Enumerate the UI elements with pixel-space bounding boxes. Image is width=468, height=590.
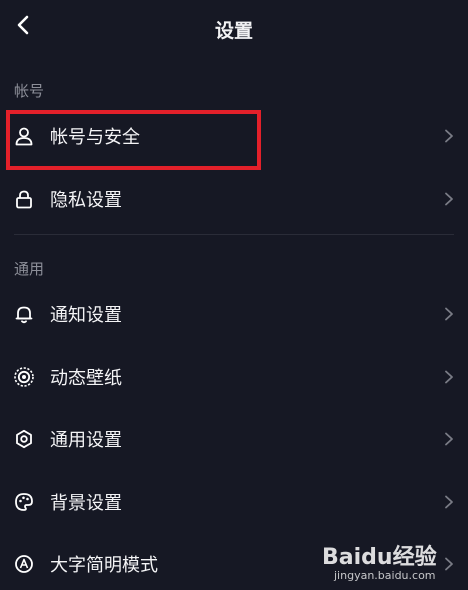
row-label: 通用设置 [50, 430, 122, 451]
row-general-settings[interactable]: 通用设置 [0, 413, 468, 465]
watermark-url: jingyan.baidu.com [334, 569, 436, 582]
bell-icon [13, 303, 35, 325]
chevron-right-icon [442, 129, 456, 143]
row-label: 通知设置 [50, 305, 122, 326]
chevron-right-icon [442, 495, 456, 509]
row-label: 背景设置 [50, 493, 122, 514]
palette-icon [13, 491, 35, 513]
row-label: 帐号与安全 [50, 127, 140, 148]
page-title: 设置 [214, 20, 253, 42]
watermark: Baidu经验 jingyan.baidu.com [322, 539, 462, 585]
chevron-right-icon [442, 370, 456, 384]
row-label: 大字简明模式 [50, 555, 158, 576]
row-privacy[interactable]: 隐私设置 [0, 173, 468, 225]
gear-icon [13, 428, 35, 450]
lock-icon [13, 188, 35, 210]
chevron-right-icon [442, 192, 456, 206]
row-background[interactable]: 背景设置 [0, 476, 468, 528]
user-icon [13, 125, 35, 147]
chevron-right-icon [442, 432, 456, 446]
row-label: 隐私设置 [50, 190, 122, 211]
large-text-icon [13, 553, 35, 575]
row-account-security[interactable]: 帐号与安全 [0, 110, 468, 162]
section-label-general: 通用 [14, 260, 45, 278]
section-divider [14, 234, 454, 235]
row-wallpaper[interactable]: 动态壁纸 [0, 351, 468, 403]
watermark-brand: Baidu经验 [322, 545, 437, 570]
row-label: 动态壁纸 [50, 368, 122, 389]
section-label-account: 帐号 [14, 82, 45, 100]
live-wallpaper-icon [13, 366, 35, 388]
chevron-right-icon [442, 307, 456, 321]
top-bar: 设置 [0, 0, 468, 56]
row-notifications[interactable]: 通知设置 [0, 288, 468, 340]
